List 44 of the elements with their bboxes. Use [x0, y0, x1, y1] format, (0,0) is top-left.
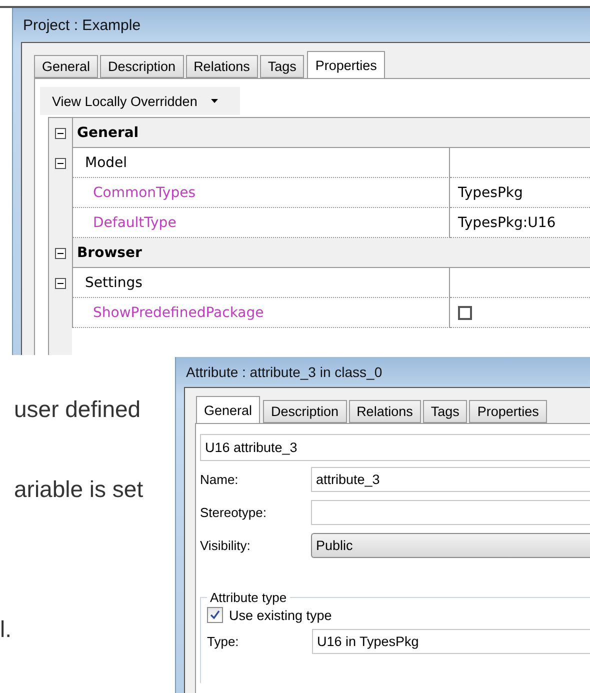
tab[interactable]: Description: [263, 400, 347, 423]
group-title: Attribute type: [209, 590, 288, 605]
check-icon: [210, 610, 220, 620]
tab[interactable]: Properties: [469, 400, 547, 423]
collapse-icon[interactable]: [55, 278, 66, 288]
category-label: Browser: [73, 238, 590, 268]
property-name: DefaultType: [73, 208, 450, 238]
checkbox[interactable]: [207, 607, 223, 623]
collapse-icon[interactable]: [55, 158, 66, 168]
tab[interactable]: Relations: [186, 55, 258, 78]
body-text: ariable is set: [14, 475, 144, 503]
tab[interactable]: Properties: [307, 51, 385, 78]
tab[interactable]: General: [34, 55, 98, 78]
group-label: Model: [73, 148, 450, 178]
collapse-icon[interactable]: [55, 128, 66, 138]
tab[interactable]: Tags: [260, 55, 304, 78]
tab[interactable]: General: [196, 396, 260, 423]
field-label: Visibility:: [200, 538, 252, 553]
tab[interactable]: Description: [100, 55, 184, 78]
checkbox[interactable]: [458, 306, 472, 320]
tab[interactable]: Tags: [422, 400, 468, 423]
body-text: user defined: [14, 395, 142, 423]
input-field[interactable]: U16 in TypesPkg: [312, 629, 590, 654]
field-label: Name:: [200, 472, 240, 487]
property-name: ShowPredefinedPackage: [73, 298, 450, 328]
window-title: Attribute : attribute_3 in class_0: [185, 363, 384, 382]
body-text: l.: [0, 615, 12, 643]
use-existing-type-checkbox[interactable]: Use existing type: [207, 607, 590, 623]
input-field[interactable]: [311, 500, 590, 525]
property-name: CommonTypes: [73, 178, 450, 208]
collapse-icon[interactable]: [55, 248, 66, 258]
summary-field[interactable]: U16 attribute_3: [200, 434, 590, 461]
tab[interactable]: Relations: [348, 400, 421, 423]
view-dropdown[interactable]: View Locally Overridden: [40, 87, 240, 115]
property-value: TypesPkg:U16: [458, 214, 556, 230]
group-label: Settings: [73, 268, 450, 298]
field-label: Stereotype:: [200, 505, 268, 520]
property-value: TypesPkg: [458, 184, 523, 200]
visibility-dropdown[interactable]: Public: [311, 533, 590, 558]
window-title: Project : Example: [22, 16, 142, 36]
category-label: General: [73, 118, 590, 148]
caret-icon: [211, 99, 218, 103]
field-label: Type:: [207, 634, 240, 649]
input-field[interactable]: attribute_3: [311, 467, 590, 492]
